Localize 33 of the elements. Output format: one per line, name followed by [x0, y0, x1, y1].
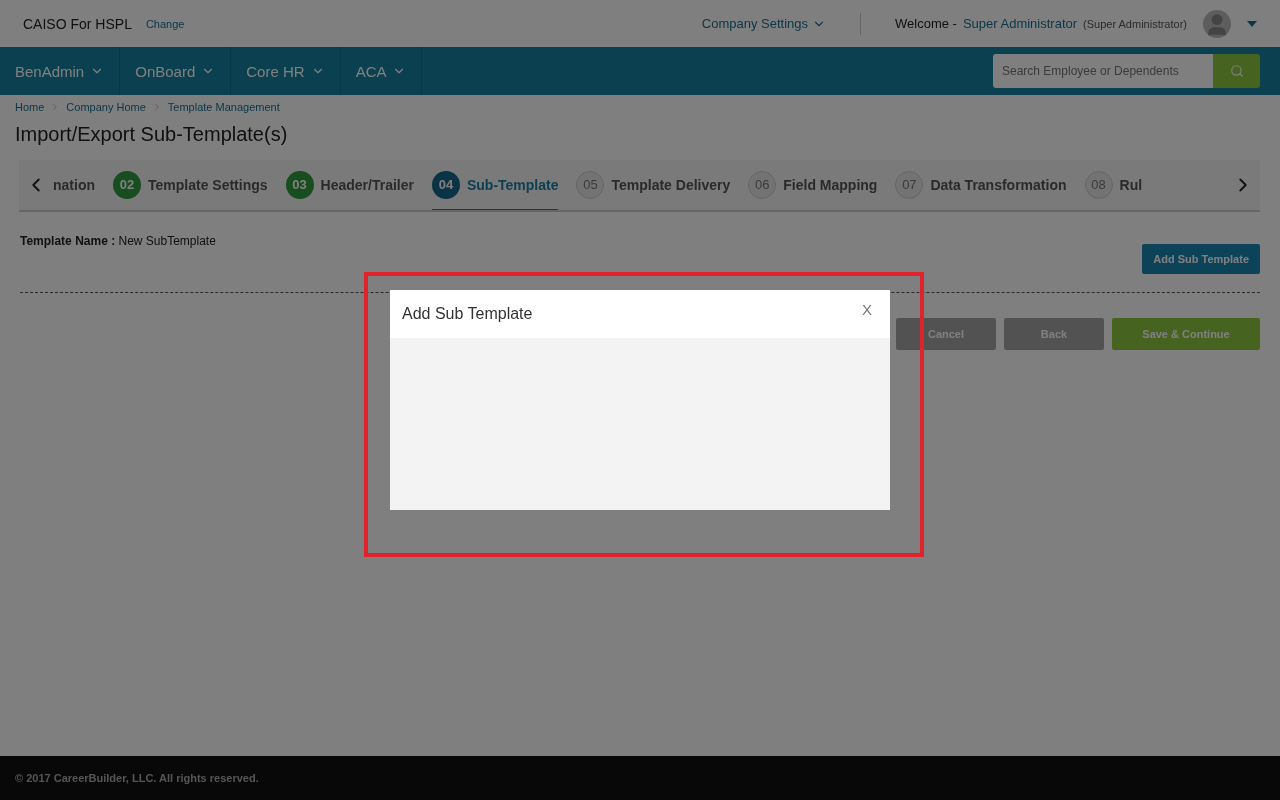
nav-menu-item[interactable]: ACA [340, 47, 423, 95]
breadcrumb-link[interactable]: Company Home [66, 101, 146, 113]
search-button[interactable] [1213, 54, 1260, 88]
breadcrumb-link[interactable]: Home [15, 101, 45, 113]
copyright-text: © 2017 CareerBuilder, LLC. All rights reserved. [0, 756, 1280, 800]
page-title: Import/Export Sub-Template(s) [15, 123, 289, 146]
search-icon [1229, 64, 1244, 78]
wizard-step-tab[interactable]: 06 Field Mapping [748, 160, 878, 210]
user-role: (Super Administrator) [1083, 17, 1187, 30]
company-settings-menu[interactable]: Company Settings [701, 16, 826, 31]
welcome-text: Welcome - [895, 16, 957, 31]
nav-menu-item[interactable]: OnBoard [120, 47, 232, 95]
add-sub-template-button[interactable]: Add Sub Template [1142, 244, 1260, 274]
change-link[interactable]: Change [145, 17, 185, 30]
caret-icon[interactable] [1247, 20, 1257, 27]
breadcrumb-link[interactable]: Template Management [167, 101, 280, 113]
wizard-step-tab[interactable]: 03 Header/Trailer [285, 160, 414, 210]
wizard-step-tab[interactable]: 02 Template Settings [113, 160, 268, 210]
wizard-step-tab[interactable]: nation [53, 160, 95, 210]
template-name-text: Template Name : New SubTemplate [20, 234, 217, 248]
modal-title: Add Sub Template [402, 305, 533, 323]
close-button[interactable]: X [856, 300, 878, 319]
wizard-step-tab[interactable]: 05 Template Delivery [576, 160, 731, 210]
wizard-step-tab[interactable]: 08 Rul [1084, 160, 1143, 210]
avatar-icon[interactable] [1203, 9, 1231, 38]
company-name: CAISO For HSPL [23, 15, 132, 32]
save-continue-button[interactable]: Save & Continue [1112, 318, 1260, 350]
search-field[interactable]: Search Employee or Dependents [993, 54, 1213, 88]
wizard-step-tab[interactable]: 04 Sub-Template [431, 160, 559, 210]
user-name-link[interactable]: Super Administrator [962, 16, 1078, 31]
nav-menu-item[interactable]: Core HR [231, 47, 341, 95]
nav-menu-item[interactable]: BenAdmin [0, 47, 121, 95]
wizard-step-tab[interactable]: 07 Data Transformation [895, 160, 1067, 210]
